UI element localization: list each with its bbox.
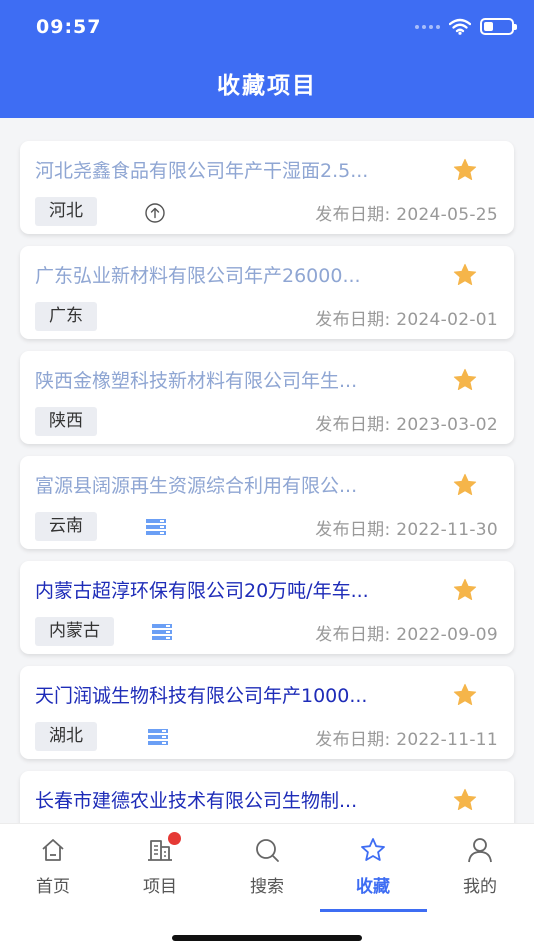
project-card[interactable]: 富源县阔源再生资源综合利用有限公... 云南 发布日期: 2022-11-30 xyxy=(20,456,514,549)
server-icon xyxy=(145,517,167,537)
project-card[interactable]: 内蒙古超淳环保有限公司20万吨/年车... 内蒙古 发布日期: 2022-09-09 xyxy=(20,561,514,654)
publish-date: 发布日期: 2022-11-30 xyxy=(315,520,498,540)
project-title[interactable]: 长春市建德农业技术有限公司生物制... xyxy=(35,786,440,813)
tab-profile[interactable]: 我的 xyxy=(427,824,533,912)
active-tab-indicator xyxy=(320,909,427,912)
project-card[interactable]: 天门润诚生物科技有限公司年产1000... 湖北 发布日期: 2022-11-11 xyxy=(20,666,514,759)
tab-home[interactable]: 首页 xyxy=(0,824,106,912)
upload-circle-icon xyxy=(144,202,166,223)
project-title[interactable]: 天门润诚生物科技有限公司年产1000... xyxy=(35,681,440,708)
tab-label: 搜索 xyxy=(250,877,284,897)
tab-label: 项目 xyxy=(143,877,177,897)
favorite-star-icon[interactable] xyxy=(452,472,478,498)
favorite-star-icon[interactable] xyxy=(452,157,478,183)
signal-icon xyxy=(415,24,440,29)
publish-date: 发布日期: 2023-03-02 xyxy=(315,415,498,435)
project-card[interactable]: 广东弘业新材料有限公司年产26000... 广东 发布日期: 2024-02-01 xyxy=(20,246,514,339)
region-tag: 广东 xyxy=(35,302,97,331)
tab-label: 首页 xyxy=(36,877,70,897)
publish-date: 发布日期: 2024-02-01 xyxy=(315,310,498,330)
region-tag: 湖北 xyxy=(35,722,97,751)
status-time: 09:57 xyxy=(36,16,102,38)
status-icons xyxy=(415,18,517,35)
tab-bar: 首页 项目 搜索 收藏 我的 xyxy=(0,823,534,950)
project-title[interactable]: 陕西金橡塑科技新材料有限公司年生... xyxy=(35,366,440,393)
region-tag: 河北 xyxy=(35,197,97,226)
favorite-star-icon[interactable] xyxy=(452,367,478,393)
publish-date: 发布日期: 2022-11-11 xyxy=(315,730,498,750)
user-icon xyxy=(466,836,494,864)
page-title: 收藏项目 xyxy=(217,73,317,99)
favorite-star-icon[interactable] xyxy=(452,577,478,603)
tab-favorites[interactable]: 收藏 xyxy=(320,824,426,912)
project-title[interactable]: 内蒙古超淳环保有限公司20万吨/年车... xyxy=(35,576,440,603)
home-indicator[interactable] xyxy=(172,935,362,941)
region-tag: 内蒙古 xyxy=(35,617,114,646)
search-icon xyxy=(253,836,281,864)
header: 09:57 收藏项目 xyxy=(0,0,534,118)
publish-date: 发布日期: 2024-05-25 xyxy=(315,205,498,225)
project-title[interactable]: 富源县阔源再生资源综合利用有限公... xyxy=(35,471,440,498)
battery-icon xyxy=(480,18,517,35)
wifi-icon xyxy=(449,18,471,35)
region-tag: 云南 xyxy=(35,512,97,541)
favorite-star-icon[interactable] xyxy=(452,682,478,708)
favorites-list[interactable]: 河北尧鑫食品有限公司年产干湿面2.5... 河北 发布日期: 2024-05-25 广… xyxy=(0,118,534,823)
server-icon xyxy=(151,622,173,642)
tab-label: 收藏 xyxy=(356,877,390,897)
project-card[interactable]: 陕西金橡塑科技新材料有限公司年生... 陕西 发布日期: 2023-03-02 xyxy=(20,351,514,444)
tab-search[interactable]: 搜索 xyxy=(214,824,320,912)
project-card[interactable]: 河北尧鑫食品有限公司年产干湿面2.5... 河北 发布日期: 2024-05-25 xyxy=(20,141,514,234)
star-icon xyxy=(359,836,387,864)
project-title[interactable]: 广东弘业新材料有限公司年产26000... xyxy=(35,261,440,288)
home-icon xyxy=(39,836,67,864)
server-icon xyxy=(147,727,169,747)
favorite-star-icon[interactable] xyxy=(452,262,478,288)
favorite-star-icon[interactable] xyxy=(452,787,478,813)
building-icon xyxy=(146,832,181,864)
project-card[interactable]: 长春市建德农业技术有限公司生物制... xyxy=(20,771,514,823)
region-tag: 陕西 xyxy=(35,407,97,436)
publish-date: 发布日期: 2022-09-09 xyxy=(315,625,498,645)
project-title[interactable]: 河北尧鑫食品有限公司年产干湿面2.5... xyxy=(35,156,440,183)
notification-badge xyxy=(168,832,181,845)
tab-label: 我的 xyxy=(463,877,497,897)
tab-projects[interactable]: 项目 xyxy=(107,824,213,912)
status-bar: 09:57 xyxy=(0,0,534,50)
